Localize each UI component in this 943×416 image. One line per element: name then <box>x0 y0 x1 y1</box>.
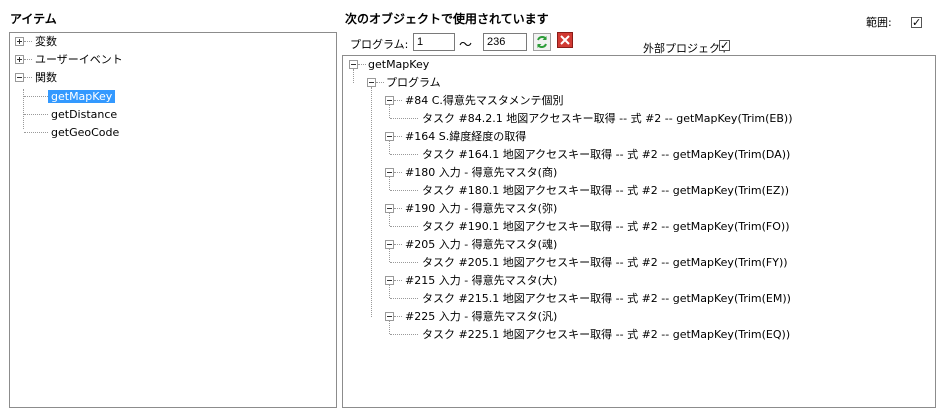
collapse-icon[interactable] <box>349 60 358 69</box>
collapse-icon[interactable] <box>367 78 376 87</box>
collapse-icon[interactable] <box>385 204 394 213</box>
used-by-tree-panel: getMapKey プログラム #84 C.得意先マスタメンテ個別タスク #84.2… <box>342 55 936 408</box>
collapse-icon[interactable] <box>385 312 394 321</box>
tree-connector <box>23 89 24 129</box>
tree-connector <box>24 114 48 115</box>
function-item-getdistance[interactable]: getDistance <box>51 106 117 124</box>
external-project-checkbox[interactable]: ✓ <box>719 40 730 51</box>
tree-label: タスク #84.2.1 地図アクセスキー取得 -- 式 #2 -- getMap… <box>422 112 793 125</box>
clear-icon <box>560 35 570 45</box>
used-by-heading: 次のオブジェクトで使用されています <box>345 12 549 26</box>
tree-connector <box>24 77 32 78</box>
tree-node-program[interactable]: #225 入力 - 得意先マスタ(汎) <box>343 308 933 326</box>
tree-label: タスク #205.1 地図アクセスキー取得 -- 式 #2 -- getMapK… <box>422 256 788 269</box>
collapse-icon[interactable] <box>385 276 394 285</box>
tree-node-root[interactable]: getMapKey <box>343 56 933 74</box>
tree-connector <box>24 96 48 97</box>
tree-connector <box>394 244 402 245</box>
scope-label: 範囲: <box>866 16 892 29</box>
tree-label: getMapKey <box>368 58 430 71</box>
tree-node-task[interactable]: タスク #84.2.1 地図アクセスキー取得 -- 式 #2 -- getMap… <box>343 110 933 128</box>
function-item-getmapkey[interactable]: getMapKey <box>48 88 116 106</box>
program-from-input[interactable] <box>413 33 455 51</box>
program-label: プログラム: <box>350 38 409 51</box>
tree-label: タスク #180.1 地図アクセスキー取得 -- 式 #2 -- getMapK… <box>422 184 789 197</box>
tree-node-program[interactable]: #180 入力 - 得意先マスタ(商) <box>343 164 933 182</box>
tree-connector <box>394 316 402 317</box>
tree-connector <box>24 132 48 133</box>
tree-connector <box>376 82 384 83</box>
collapse-icon[interactable] <box>385 132 394 141</box>
tree-label: ユーザーイベント <box>35 53 123 66</box>
tree-node-program[interactable]: #164 S.緯度経度の取得 <box>343 128 933 146</box>
tree-node-task[interactable]: タスク #225.1 地図アクセスキー取得 -- 式 #2 -- getMapK… <box>343 326 933 344</box>
tree-label: #225 入力 - 得意先マスタ(汎) <box>405 310 558 323</box>
range-tilde: ～ <box>459 38 473 53</box>
tree-connector <box>24 41 32 42</box>
tree-node-task[interactable]: タスク #215.1 地図アクセスキー取得 -- 式 #2 -- getMapK… <box>343 290 933 308</box>
clear-button[interactable] <box>557 32 573 48</box>
tree-connector <box>358 64 366 65</box>
tree-label: #84 C.得意先マスタメンテ個別 <box>405 94 564 107</box>
items-heading: アイテム <box>10 12 57 26</box>
tree-label: #205 入力 - 得意先マスタ(魂) <box>405 238 558 251</box>
tree-node-task[interactable]: タスク #180.1 地図アクセスキー取得 -- 式 #2 -- getMapK… <box>343 182 933 200</box>
tree-label: 関数 <box>35 71 57 84</box>
tree-connector <box>394 136 402 137</box>
checkmark-icon: ✓ <box>912 16 922 29</box>
scope-checkbox[interactable]: ✓ <box>911 17 922 28</box>
tree-connector <box>394 172 402 173</box>
refresh-icon <box>537 36 547 48</box>
tree-label: タスク #225.1 地図アクセスキー取得 -- 式 #2 -- getMapK… <box>422 328 791 341</box>
tree-label: プログラム <box>386 76 441 89</box>
tree-node-user-events[interactable]: ユーザーイベント <box>10 51 330 69</box>
tree-connector <box>394 100 402 101</box>
items-tree-panel: 変数 ユーザーイベント 関数 getMapKey getDistance get… <box>9 32 337 408</box>
tree-connector <box>394 208 402 209</box>
collapse-icon[interactable] <box>385 168 394 177</box>
program-to-input[interactable] <box>483 33 527 51</box>
tree-label: getGeoCode <box>51 126 120 139</box>
tree-connector <box>24 59 32 60</box>
tree-label: タスク #190.1 地図アクセスキー取得 -- 式 #2 -- getMapK… <box>422 220 790 233</box>
tree-label: タスク #215.1 地図アクセスキー取得 -- 式 #2 -- getMapK… <box>422 292 791 305</box>
collapse-icon[interactable] <box>15 73 24 82</box>
refresh-button[interactable] <box>533 33 551 51</box>
external-project-label: 外部プロジェクト <box>643 42 731 55</box>
tree-node-task[interactable]: タスク #190.1 地図アクセスキー取得 -- 式 #2 -- getMapK… <box>343 218 933 236</box>
tree-label: #164 S.緯度経度の取得 <box>405 130 527 143</box>
tree-label: タスク #164.1 地図アクセスキー取得 -- 式 #2 -- getMapK… <box>422 148 791 161</box>
tree-label: getMapKey <box>48 90 116 103</box>
tree-label: 変数 <box>35 35 57 48</box>
tree-label: #215 入力 - 得意先マスタ(大) <box>405 274 558 287</box>
checkmark-icon: ✓ <box>720 39 730 52</box>
tree-node-program[interactable]: #205 入力 - 得意先マスタ(魂) <box>343 236 933 254</box>
tree-node-program-group[interactable]: プログラム <box>343 74 933 92</box>
tree-label: getDistance <box>51 108 118 121</box>
collapse-icon[interactable] <box>385 96 394 105</box>
tree-label: #190 入力 - 得意先マスタ(弥) <box>405 202 558 215</box>
collapse-icon[interactable] <box>385 240 394 249</box>
tree-node-variables[interactable]: 変数 <box>10 33 330 51</box>
tree-label: #180 入力 - 得意先マスタ(商) <box>405 166 558 179</box>
expand-icon[interactable] <box>15 37 24 46</box>
tree-node-task[interactable]: タスク #205.1 地図アクセスキー取得 -- 式 #2 -- getMapK… <box>343 254 933 272</box>
tree-node-functions[interactable]: 関数 <box>10 69 330 87</box>
tree-node-program[interactable]: #190 入力 - 得意先マスタ(弥) <box>343 200 933 218</box>
tree-node-task[interactable]: タスク #164.1 地図アクセスキー取得 -- 式 #2 -- getMapK… <box>343 146 933 164</box>
expand-icon[interactable] <box>15 55 24 64</box>
function-item-getgeocode[interactable]: getGeoCode <box>51 124 119 142</box>
tree-connector <box>394 280 402 281</box>
tree-node-program[interactable]: #84 C.得意先マスタメンテ個別 <box>343 92 933 110</box>
tree-node-program[interactable]: #215 入力 - 得意先マスタ(大) <box>343 272 933 290</box>
